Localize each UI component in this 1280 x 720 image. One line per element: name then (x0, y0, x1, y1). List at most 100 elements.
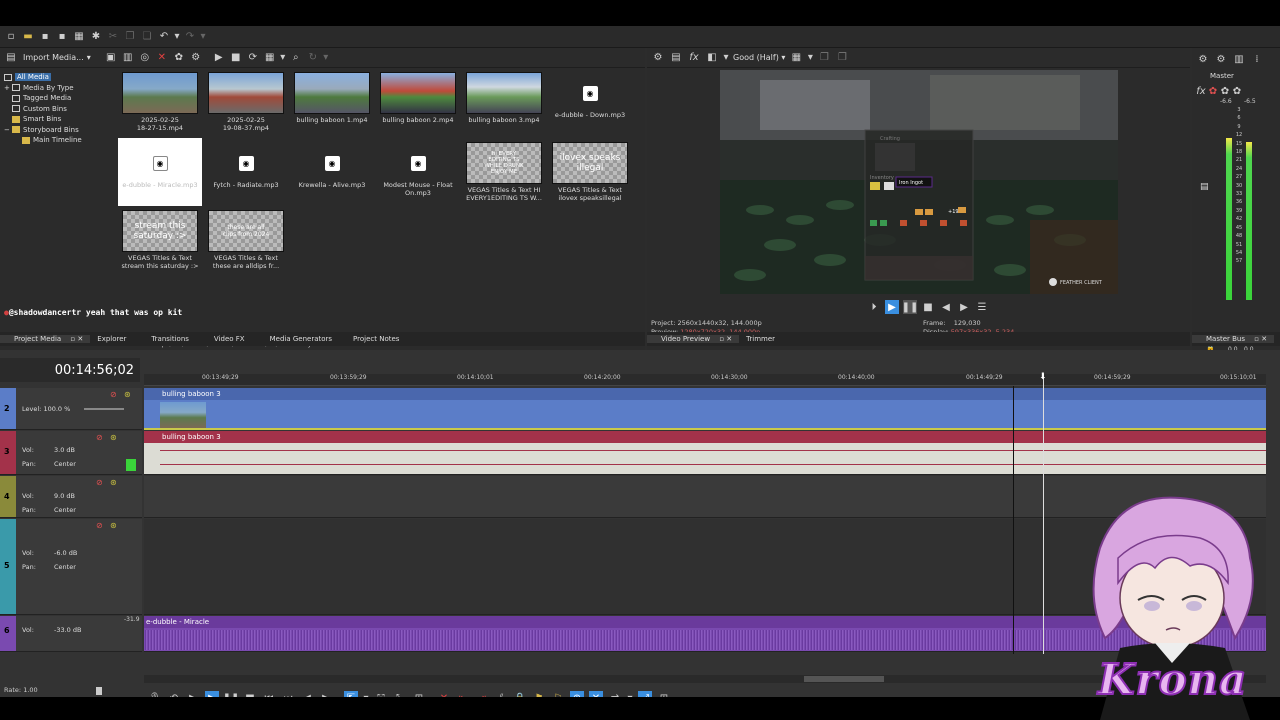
tab-media-generators[interactable]: Media Generators (252, 335, 339, 343)
undo-dropdown-icon[interactable]: ▾ (174, 30, 180, 44)
auto-crossfade-icon[interactable]: ✕ (589, 691, 603, 697)
properties-icon[interactable]: ⚙ (189, 51, 203, 65)
media-toolbar-icon[interactable]: ▤ (4, 51, 18, 65)
render-icon[interactable]: ▦ (72, 30, 86, 44)
media-item[interactable]: ◉ e-dubble - Down.mp3 (548, 68, 632, 136)
media-item[interactable]: bulling baboon 3.mp4 (462, 68, 546, 136)
pause-icon[interactable]: ❚❚ (902, 300, 918, 314)
open-icon[interactable]: ▬ (21, 30, 35, 44)
import-media-dropdown[interactable]: Import Media... ▾ (23, 53, 91, 62)
timeline-ruler[interactable]: 00:13:49;29 00:13:59;29 00:14:10;01 00:1… (144, 374, 1266, 386)
cut-icon[interactable]: ✂ (106, 30, 120, 44)
preview-quality-dropdown[interactable]: Good (Half) ▾ (733, 53, 785, 62)
play-icon[interactable]: ▶ (212, 51, 226, 65)
play-from-start-icon[interactable]: ▶ (186, 691, 200, 698)
split-screen-icon[interactable]: ◧ (705, 51, 719, 65)
track-lane-audio[interactable]: bulling baboon 3 (144, 431, 1266, 475)
delete-icon[interactable]: ✕ (437, 691, 451, 698)
tab-video-preview[interactable]: Video Preview ▫ ✕ (647, 335, 740, 343)
get-media-icon[interactable]: ▣ (104, 51, 118, 65)
audio-clip-header[interactable]: bulling baboon 3 (144, 431, 1266, 443)
paste-icon[interactable]: ❏ (140, 30, 154, 44)
level-slider[interactable] (84, 408, 124, 410)
tab-project-notes[interactable]: Project Notes (339, 335, 406, 343)
envelope-tool-icon[interactable]: ⤧ (374, 691, 388, 698)
stop-icon[interactable]: ■ (229, 51, 243, 65)
search-icon[interactable]: ⌕ (289, 51, 303, 65)
menu-icon[interactable]: ☰ (975, 300, 989, 314)
media-item[interactable]: these are all clips from 2024 VEGAS Title… (204, 206, 288, 274)
marker-icon[interactable]: ⚑ (532, 691, 546, 698)
new-icon[interactable]: ▫ (4, 30, 18, 44)
snapping-icon[interactable]: ⊕ (570, 691, 584, 697)
snapshot-icon[interactable]: ❐ (817, 51, 831, 65)
mute-icon[interactable]: ⊘ (96, 433, 103, 442)
normal-edit-tool-icon[interactable]: ⇱ (344, 691, 358, 697)
tab-project-media[interactable]: Project Media ▫ ✕ (0, 335, 91, 343)
scrollbar-thumb[interactable] (804, 676, 884, 682)
mute-icon[interactable]: ⊘ (96, 478, 103, 487)
master-fx-icon[interactable]: ⚙ (1214, 52, 1228, 66)
media-fx-icon[interactable]: ✿ (172, 51, 186, 65)
track-header-audio[interactable]: 4 Vol: 9.0 dB Pan: Center ⊘ ⊛ (0, 476, 142, 518)
playhead-cursor[interactable] (1043, 374, 1044, 654)
tree-item-main-timeline[interactable]: Main Timeline (4, 135, 116, 146)
track-lane-video[interactable]: bulling baboon 3 (144, 388, 1266, 430)
track-header-audio[interactable]: 5 Vol: -6.0 dB Pan: Center ⊘ ⊛ (0, 519, 142, 615)
pause-icon[interactable]: ❚❚ (223, 691, 240, 698)
prev-frame-icon[interactable]: ◀ (939, 300, 953, 314)
play-from-start-icon[interactable]: ⏵ (867, 300, 881, 314)
fader-handle-icon[interactable]: ▤ (1200, 182, 1209, 192)
media-item[interactable]: 2025-02-25 18-27-15.mp4 (118, 68, 202, 136)
media-item[interactable]: ◉ Modest Mouse - Float On.mp3 (376, 138, 460, 206)
media-item[interactable]: ilovex speaks illegal VEGAS Titles & Text… (548, 138, 632, 206)
views-icon[interactable]: ▦ (263, 51, 277, 65)
video-clip-header[interactable]: bulling baboon 3 (144, 388, 1266, 400)
go-to-start-icon[interactable]: ⏮ (262, 691, 276, 698)
capture-icon[interactable]: ▥ (121, 51, 135, 65)
media-item[interactable]: stream this saturday :> VEGAS Titles & Te… (118, 206, 202, 274)
media-item[interactable]: 2025-02-25 19-08-37.mp4 (204, 68, 288, 136)
auto-preview-icon[interactable]: ⟳ (246, 51, 260, 65)
record-icon[interactable]: 🎙 (148, 691, 162, 698)
stop-icon[interactable]: ■ (921, 300, 935, 314)
preview-device-icon[interactable]: ▤ (669, 51, 683, 65)
next-frame-icon[interactable]: ▶ (957, 300, 971, 314)
tree-item-custom-bins[interactable]: Custom Bins (4, 104, 116, 115)
zoom-tool-icon[interactable]: ⊞ (412, 691, 426, 698)
master-settings-icon[interactable]: ⚙ (1196, 52, 1210, 66)
more-dropdown-icon[interactable]: ▾ (323, 51, 329, 65)
master-meter-icon[interactable]: ▥ (1232, 52, 1246, 66)
split-dropdown-icon[interactable]: ▾ (723, 51, 729, 65)
media-item[interactable]: hi EVERY EDITING TS WHILE DRUNK ENJOY ME… (462, 138, 546, 206)
properties-icon[interactable]: ✱ (89, 30, 103, 44)
mute-icon[interactable]: ⊘ (96, 521, 103, 530)
media-item[interactable]: ◉ Krewella - Alive.mp3 (290, 138, 374, 206)
tool-dropdown-icon[interactable]: ▾ (363, 691, 369, 698)
split-icon[interactable]: ⫽ (494, 691, 508, 698)
tree-item-all-media[interactable]: All Media (4, 72, 116, 83)
undo-icon[interactable]: ↶ (157, 30, 171, 44)
loop-icon[interactable]: ⟲ (167, 691, 181, 698)
rate-slider[interactable] (96, 687, 102, 695)
play-icon[interactable]: ▶ (885, 300, 899, 314)
region-icon[interactable]: ⚐ (551, 691, 565, 698)
track-header-video[interactable]: 2 Level: 100.0 % ⊘ ⊛ (0, 388, 142, 430)
solo-icon[interactable]: ⊛ (124, 390, 131, 399)
save-as-icon[interactable]: ▪ (55, 30, 69, 44)
next-frame-icon[interactable]: ▶ (319, 691, 333, 698)
track-header-audio[interactable]: 6 Vol: -33.0 dB -31.9 (0, 616, 142, 652)
ripple-icon[interactable]: ⇄ (608, 691, 622, 698)
ripple-dropdown-icon[interactable]: ▾ (627, 691, 633, 698)
tab-explorer[interactable]: Explorer (90, 335, 133, 343)
solo-icon[interactable]: ✿ (1220, 84, 1230, 98)
solo-icon[interactable]: ⊛ (110, 521, 117, 530)
trim-start-icon[interactable]: ⇤ (456, 691, 470, 698)
go-to-end-icon[interactable]: ⏭ (281, 691, 295, 698)
prev-frame-icon[interactable]: ◀ (300, 691, 314, 698)
mute-icon[interactable]: ⊘ (110, 390, 117, 399)
play-icon[interactable]: ▶ (205, 691, 219, 697)
refresh-icon[interactable]: ↻ (306, 51, 320, 65)
tree-item-tagged-media[interactable]: Tagged Media (4, 93, 116, 104)
media-item[interactable]: bulling baboon 1.mp4 (290, 68, 374, 136)
